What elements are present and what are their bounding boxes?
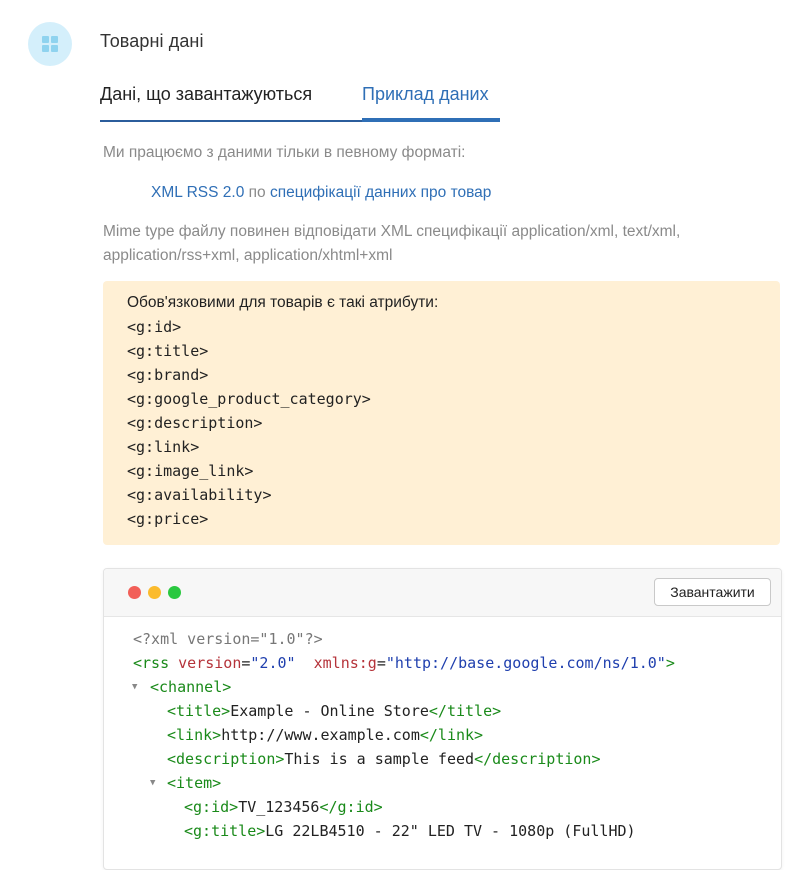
- attribute-item: <g:image_link>: [127, 462, 254, 480]
- gid-text: TV_123456: [238, 798, 320, 816]
- collapse-channel-icon[interactable]: ▼: [132, 675, 137, 699]
- link-text: http://www.example.com: [221, 726, 420, 744]
- xml-declaration: <?xml version="1.0"?>: [133, 630, 323, 648]
- rss-attr-xmlns: xmlns:g: [313, 654, 377, 672]
- tab-sample-data[interactable]: Приклад даних: [362, 78, 500, 122]
- code-line: <g:title>LG 22LB4510 - 22" LED TV - 1080…: [104, 819, 781, 843]
- download-button[interactable]: Завантажити: [654, 578, 771, 606]
- format-line: XML RSS 2.0 по специфікації данних про т…: [151, 184, 491, 202]
- attribute-item: <g:id>: [127, 318, 182, 336]
- gtitle-open-tag: <g:title>: [184, 822, 266, 840]
- link-close-tag: </link>: [419, 726, 484, 744]
- description-close-tag: </description>: [474, 750, 601, 768]
- rss-value-version: "2.0": [250, 654, 296, 672]
- title-text: Example - Online Store: [230, 702, 429, 720]
- code-sample-window: Завантажити <?xml version="1.0"?> <rss v…: [103, 568, 782, 870]
- code-line: <description>This is a sample feed</desc…: [104, 747, 781, 771]
- code-line: <link>http://www.example.com</link>: [104, 723, 781, 747]
- spec-link[interactable]: специфікації данних про товар: [270, 184, 491, 201]
- close-dot-icon: [128, 586, 141, 599]
- attribute-item: <g:title>: [127, 342, 209, 360]
- attribute-item: <g:link>: [127, 438, 200, 456]
- attribute-item: <g:price>: [127, 510, 209, 528]
- channel-tag: <channel>: [150, 678, 232, 696]
- code-line: <title>Example - Online Store</title>: [104, 699, 781, 723]
- title-close-tag: </title>: [428, 702, 502, 720]
- tab-uploaded-data[interactable]: Дані, що завантажуються: [100, 78, 362, 122]
- xml-rss-link[interactable]: XML RSS 2.0: [151, 184, 244, 201]
- code-window-toolbar: Завантажити: [104, 569, 781, 617]
- minimize-dot-icon: [148, 586, 161, 599]
- code-line: <g:id>TV_123456</g:id>: [104, 795, 781, 819]
- code-line: ▼ <item>: [104, 771, 781, 795]
- item-tag: <item>: [167, 774, 222, 792]
- gid-open-tag: <g:id>: [184, 798, 239, 816]
- rss-value-xmlns: "http://base.google.com/ns/1.0": [385, 654, 666, 672]
- tab-bar: Дані, що завантажуються Приклад даних: [100, 78, 500, 122]
- code-content: <?xml version="1.0"?> <rss version="2.0"…: [104, 627, 781, 843]
- grid-icon-glyph: [42, 36, 58, 52]
- format-intro-text: Ми працюємо з даними тільки в певному фо…: [103, 144, 466, 161]
- code-line: ▼ <channel>: [104, 675, 781, 699]
- link-open-tag: <link>: [167, 726, 222, 744]
- section-title: Товарні дані: [100, 31, 204, 51]
- grid-icon: [28, 22, 72, 66]
- required-attributes-box: Обов'язковими для товарів є такі атрибут…: [103, 281, 780, 545]
- attribute-item: <g:brand>: [127, 366, 209, 384]
- rss-tag-close: >: [665, 654, 675, 672]
- code-line: <rss version="2.0" xmlns:g="http://base.…: [133, 654, 675, 672]
- gid-close-tag: </g:id>: [319, 798, 383, 816]
- format-connector: по: [244, 184, 270, 201]
- description-text: This is a sample feed: [284, 750, 475, 768]
- description-open-tag: <description>: [167, 750, 285, 768]
- gtitle-text: LG 22LB4510 - 22" LED TV - 1080p (FullHD…: [265, 822, 636, 840]
- rss-attr-version: version: [178, 654, 242, 672]
- maximize-dot-icon: [168, 586, 181, 599]
- attribute-item: <g:description>: [127, 414, 263, 432]
- required-attributes-heading: Обов'язковими для товарів є такі атрибут…: [127, 294, 439, 311]
- code-line: <?xml version="1.0"?>: [104, 627, 781, 651]
- attribute-item: <g:google_product_category>: [127, 390, 371, 408]
- title-open-tag: <title>: [167, 702, 231, 720]
- rss-tag: <rss: [133, 654, 170, 672]
- attribute-item: <g:availability>: [127, 486, 272, 504]
- collapse-item-icon[interactable]: ▼: [150, 771, 155, 795]
- mime-type-text: Mime type файлу повинен відповідати XML …: [103, 223, 681, 264]
